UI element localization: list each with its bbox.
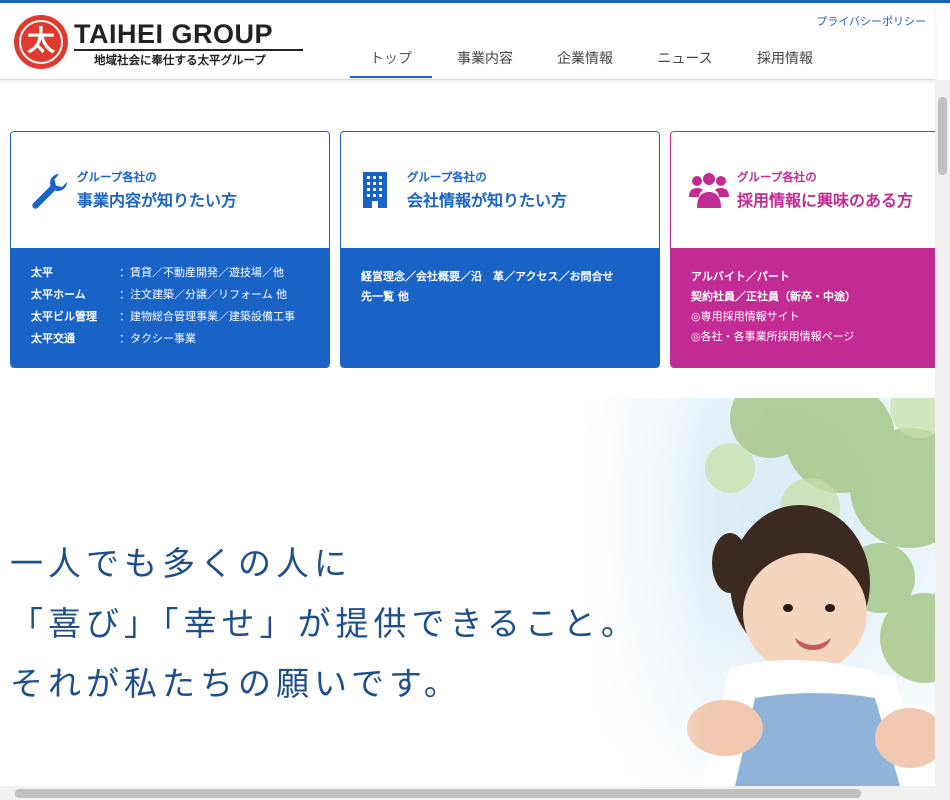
card-details: アルバイト／パート 契約社員／正社員（新卒・中途） ◎専用採用情報サイト ◎各社…: [671, 248, 950, 367]
card-text-line: 契約社員／正社員（新卒・中途）: [691, 290, 856, 303]
list-item: 太平 ：賃貸／不動産開発／遊技場／他: [31, 266, 284, 279]
logo-emblem-icon: 太: [14, 15, 68, 69]
nav-item-company[interactable]: 企業情報: [556, 45, 614, 80]
card-title: 事業内容が知りたい方: [77, 191, 238, 210]
card-details: 経営理念／会社概要／沿 革／アクセス／お問合せ 先一覧 他: [341, 248, 659, 367]
list-item: 太平交通 ：タクシー事業: [31, 332, 196, 345]
logo-glyph: 太: [26, 24, 55, 57]
vertical-scroll-thumb[interactable]: [938, 97, 947, 175]
hero-copy-line-1: 一人でも多くの人に: [10, 544, 352, 583]
browser-viewport: 太 TAIHEI GROUP 地域社会に奉仕する太平グループ プライバシーポリシ…: [0, 0, 950, 800]
company-info-card[interactable]: グループ各社の 会社情報が知りたい方 経営理念／会社概要／沿 革／アクセス／お問…: [340, 131, 660, 368]
logo-wordmark: TAIHEI GROUP: [74, 19, 274, 49]
card-title: 採用情報に興味のある方: [737, 191, 914, 210]
horizontal-scrollbar[interactable]: [0, 786, 950, 800]
people-group-icon: [689, 173, 729, 208]
nav-item-business[interactable]: 事業内容: [456, 45, 514, 80]
nav-item-news[interactable]: ニュース: [656, 45, 714, 80]
card-subtitle: グループ各社の: [737, 170, 817, 184]
recruit-info-card[interactable]: グループ各社の 採用情報に興味のある方 アルバイト／パート 契約社員／正社員（新…: [670, 131, 950, 368]
recruit-pages-link[interactable]: ◎各社・各事業所採用情報ページ: [691, 329, 938, 345]
wrench-icon: [32, 173, 68, 209]
logo-tagline: 地域社会に奉仕する太平グループ: [94, 53, 266, 67]
privacy-policy-link[interactable]: プライバシーポリシー: [816, 13, 926, 29]
business-info-card[interactable]: グループ各社の 事業内容が知りたい方 太平 ：賃貸／不動産開発／遊技場／他 太平ホ…: [10, 131, 330, 368]
site-header: 太 TAIHEI GROUP 地域社会に奉仕する太平グループ プライバシーポリシ…: [0, 3, 935, 80]
list-item: 太平ホーム ：注文建築／分譲／リフォーム 他: [31, 288, 288, 301]
hero-copy-line-3: それが私たちの願いです。: [10, 664, 462, 703]
list-item: 太平ビル管理 ：建物総合管理事業／建築設備工事: [31, 310, 295, 323]
horizontal-scroll-thumb[interactable]: [15, 789, 861, 798]
building-icon: [363, 172, 387, 208]
vertical-scrollbar[interactable]: [935, 80, 950, 786]
card-text-line: 先一覧 他: [361, 290, 409, 303]
card-text-line: 経営理念／会社概要／沿 革／アクセス／お問合せ: [361, 270, 614, 283]
recruit-site-link[interactable]: ◎専用採用情報サイト: [691, 309, 938, 325]
hero-photo-child: [580, 398, 935, 786]
site-logo[interactable]: 太 TAIHEI GROUP 地域社会に奉仕する太平グループ: [14, 15, 314, 73]
logo-underline: [74, 49, 303, 51]
nav-item-recruit[interactable]: 採用情報: [756, 45, 814, 80]
card-subtitle: グループ各社の: [77, 170, 157, 184]
card-subtitle: グループ各社の: [407, 170, 487, 184]
card-text-line: アルバイト／パート: [691, 270, 790, 283]
card-details: 太平 ：賃貸／不動産開発／遊技場／他 太平ホーム ：注文建築／分譲／リフォーム 他 …: [11, 248, 329, 367]
main-nav: トップ 事業内容 企業情報 ニュース 採用情報: [350, 45, 814, 80]
hero-copy-line-2: 「喜び」「幸せ」が提供できること。: [10, 604, 639, 643]
card-title: 会社情報が知りたい方: [407, 191, 568, 210]
nav-item-top[interactable]: トップ: [350, 45, 432, 80]
hero-banner: 一人でも多くの人に 「喜び」「幸せ」が提供できること。 それが私たちの願いです。: [0, 398, 935, 786]
